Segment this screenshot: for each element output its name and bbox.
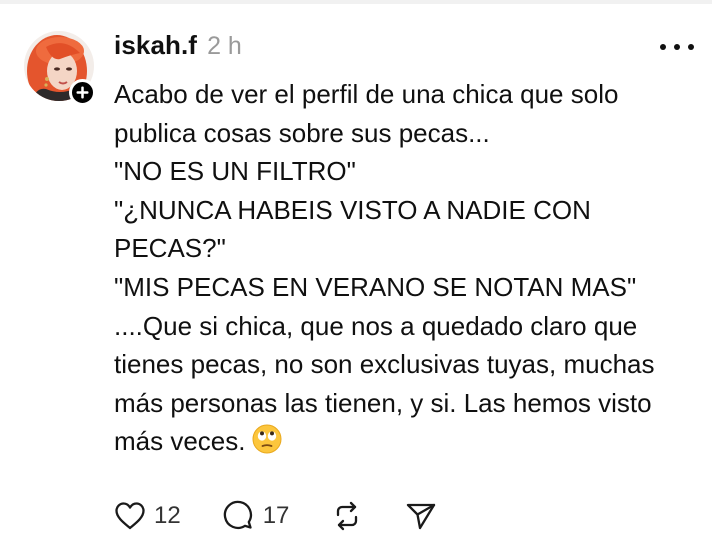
top-divider [0,0,712,4]
post-text-line: PECAS?" [114,233,226,264]
send-icon [407,503,436,530]
post-text-line: Acabo de ver el perfil de una chica que … [114,79,619,109]
share-button[interactable] [405,500,437,532]
post-text-line: publica cosas sobre sus pecas... [114,117,490,148]
plus-icon [76,86,89,99]
post-timestamp: 2 h [207,32,242,60]
comment-count: 17 [262,502,290,529]
post-text-line: ....Que si chica, que nos a quedado clar… [114,310,638,341]
comment-bubble-icon [223,500,252,529]
comment-button[interactable]: 17 [223,500,290,532]
like-count: 12 [154,502,181,529]
post-text: Acabo de ver el perfil de una chica que … [114,75,704,465]
username[interactable]: iskah.f [114,30,197,61]
heart-icon [115,502,145,530]
post-text-last-line: más veces. [114,422,704,465]
more-options-button[interactable] [660,34,694,60]
post-text-line: tienes pecas, no son exclusivas tuyas, m… [114,349,655,380]
repost-button[interactable] [331,500,363,532]
more-horizontal-icon [660,44,666,50]
post-text-line: "¿NUNCA HABEIS VISTO A NADIE CON [114,194,591,225]
face-with-rolling-eyes-emoji [252,424,282,465]
follow-button[interactable] [69,79,96,106]
post-text-line: más veces. [114,426,246,457]
avatar-container[interactable] [24,31,96,106]
post-text-line: "NO ES UN FILTRO" [114,156,356,187]
post-text-line: más personas las tienen, y si. Las hemos… [114,387,652,418]
repost-icon [337,501,358,531]
like-button[interactable]: 12 [114,501,181,531]
post-text-line: "MIS PECAS EN VERANO SE NOTAN MAS" [114,271,637,302]
post-header: iskah.f 2 h [114,30,242,64]
post-actions: 12 17 [114,496,437,536]
